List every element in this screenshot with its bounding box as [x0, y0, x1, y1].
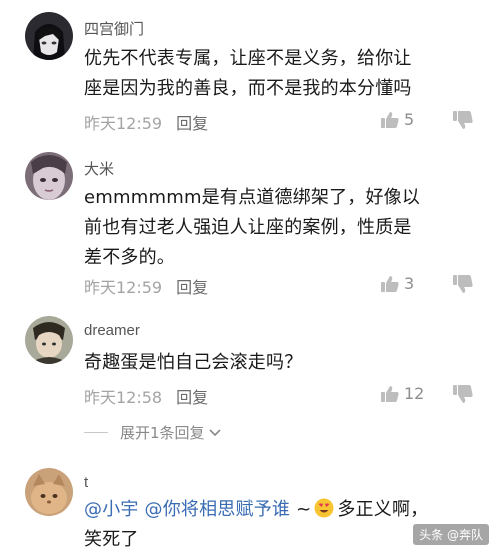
comment-text-line: 前也有过老人强迫人让座的案例，性质是: [84, 217, 412, 238]
tilde-text: ~: [296, 499, 312, 520]
comment-text-line: 差不多的。: [84, 247, 175, 268]
thumbs-up-icon: [381, 385, 399, 402]
dislike-button[interactable]: [452, 274, 474, 294]
avatar[interactable]: [25, 468, 73, 516]
avatar[interactable]: [25, 316, 73, 364]
username[interactable]: 四宫御门: [84, 18, 144, 39]
username[interactable]: dreamer: [84, 322, 140, 339]
timestamp: 昨天12:59: [84, 114, 163, 133]
divider: [84, 432, 108, 433]
thumbs-up-icon: [381, 111, 399, 128]
mention-link[interactable]: @你将相思赋予谁: [145, 499, 291, 520]
comment-text-line: @小宇 @你将相思赋予谁 ~ 多正义啊，: [84, 495, 479, 525]
like-button[interactable]: 3: [380, 274, 414, 293]
reply-button[interactable]: 回复: [176, 388, 208, 407]
comment-text-line: emmmmmm是有点道德绑架了，好像以: [84, 187, 421, 208]
timestamp: 昨天12:59: [84, 278, 163, 297]
comment-meta: 昨天12:59 回复: [84, 110, 208, 134]
thumbs-down-icon: [453, 111, 473, 129]
comment-text: emmmmmm是有点道德绑架了，好像以 前也有过老人强迫人让座的案例，性质是 差…: [84, 183, 479, 273]
reply-button[interactable]: 回复: [176, 114, 208, 133]
like-count: 3: [404, 274, 415, 293]
comment-text: 优先不代表专属，让座不是义务，给你让 座是因为我的善良，而不是我的本分懂吗: [84, 44, 479, 104]
thumbs-up-icon: [381, 275, 399, 292]
chevron-down-icon: [208, 428, 221, 436]
mention-link[interactable]: @小宇: [84, 499, 139, 520]
avatar-image: [25, 316, 73, 364]
thumbs-down-icon: [453, 385, 473, 403]
heart-eyes-emoji-icon: [314, 498, 334, 518]
avatar-image: [25, 12, 73, 60]
thumbs-down-icon: [453, 275, 473, 293]
expand-replies-label: 展开1条回复: [120, 424, 205, 442]
timestamp: 昨天12:58: [84, 388, 163, 407]
comment-text: 奇趣蛋是怕自己会滚走吗？: [84, 348, 479, 378]
like-button[interactable]: 5: [380, 110, 414, 129]
comment-text-line: 优先不代表专属，让座不是义务，给你让: [84, 48, 412, 69]
comment-text-line: 座是因为我的善良，而不是我的本分懂吗: [84, 78, 412, 99]
avatar[interactable]: [25, 152, 73, 200]
avatar-image: [25, 152, 73, 200]
comment-meta: 昨天12:59 回复: [84, 274, 208, 298]
like-count: 12: [404, 384, 425, 403]
like-button[interactable]: 12: [380, 384, 424, 403]
comment-meta: 昨天12:58 回复: [84, 384, 208, 408]
watermark: 头条 @奔队: [413, 524, 489, 545]
avatar-image: [25, 468, 73, 516]
username[interactable]: t: [84, 474, 88, 491]
username[interactable]: 大米: [84, 158, 114, 179]
dislike-button[interactable]: [452, 384, 474, 404]
reply-button[interactable]: 回复: [176, 278, 208, 297]
comment-text-segment: 多正义啊，: [337, 499, 429, 520]
dislike-button[interactable]: [452, 110, 474, 130]
comment-text-line: 奇趣蛋是怕自己会滚走吗？: [84, 352, 303, 373]
expand-replies-button[interactable]: 展开1条回复: [84, 422, 221, 443]
like-count: 5: [404, 110, 415, 129]
avatar[interactable]: [25, 12, 73, 60]
